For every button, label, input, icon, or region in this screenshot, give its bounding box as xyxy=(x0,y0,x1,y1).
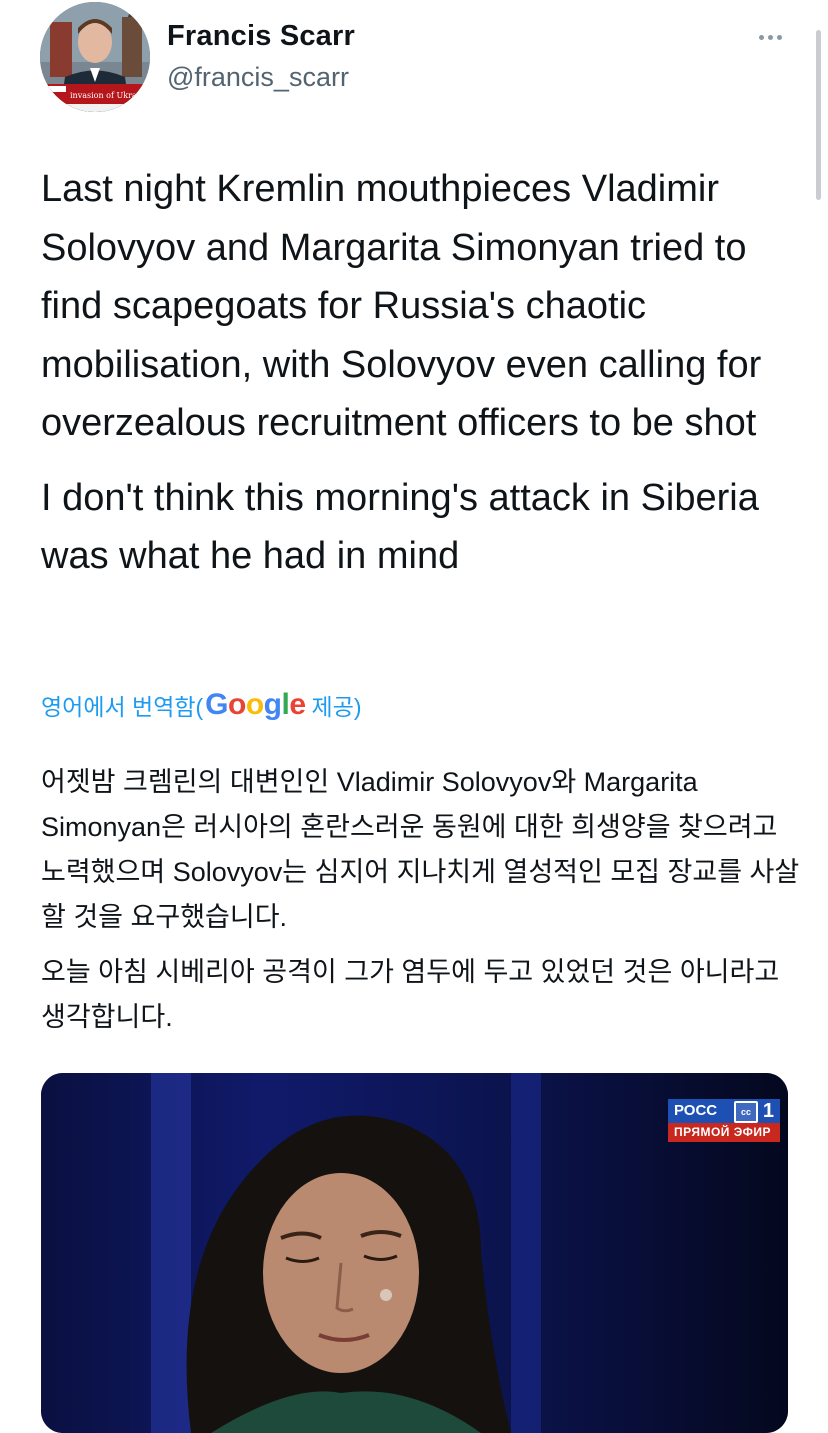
more-horizontal-icon-dot xyxy=(776,34,782,40)
translated-by-suffix: 제공) xyxy=(311,694,362,720)
avatar-overlay-text: invasion of Ukraine xyxy=(70,91,149,100)
tweet-paragraph: I don't think this morning's attack in S… xyxy=(41,476,759,578)
tweet-paragraph: Last night Kremlin mouthpieces Vladimir … xyxy=(41,168,762,444)
author-handle[interactable]: @francis_scarr xyxy=(167,62,349,93)
translated-by-link[interactable]: 영어에서 번역함( Google 제공) xyxy=(41,688,362,722)
avatar[interactable]: invasion of Ukraine xyxy=(40,2,150,112)
scroll-indicator[interactable] xyxy=(816,30,821,200)
tweet: invasion of Ukraine Francis Scarr @franc… xyxy=(0,0,828,1433)
author-name[interactable]: Francis Scarr xyxy=(167,20,355,53)
channel-badge: РОСС cc 1 ПРЯМОЙ ЭФИР xyxy=(668,1099,780,1142)
more-horizontal-icon xyxy=(758,34,764,40)
channel-name: РОСС xyxy=(674,1102,718,1119)
translated-paragraph: 오늘 아침 시베리아 공격이 그가 염두에 두고 있었던 것은 아니라고 생각합… xyxy=(41,957,780,1032)
channel-number: 1 xyxy=(762,1100,774,1122)
translated-by-prefix: 영어에서 번역함( xyxy=(41,694,204,720)
more-horizontal-icon-dot xyxy=(767,34,773,40)
tweet-text: Last night Kremlin mouthpieces Vladimir … xyxy=(41,160,801,602)
translated-paragraph: 어젯밤 크렘린의 대변인인 Vladimir Solovyov와 Margari… xyxy=(41,767,800,932)
live-label: ПРЯМОЙ ЭФИР xyxy=(668,1123,780,1142)
avatar-image: invasion of Ukraine xyxy=(40,2,150,112)
google-logo: Google xyxy=(205,688,306,721)
more-options-button[interactable] xyxy=(748,22,792,52)
tweet-video[interactable]: РОСС cc 1 ПРЯМОЙ ЭФИР xyxy=(41,1073,788,1433)
translated-text: 어젯밤 크렘린의 대변인인 Vladimir Solovyov와 Margari… xyxy=(41,760,801,1050)
closed-captions-icon[interactable]: cc xyxy=(734,1101,758,1123)
